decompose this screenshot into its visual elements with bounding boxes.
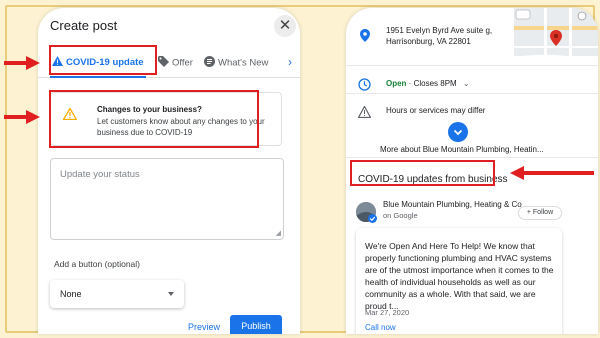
follow-button[interactable]: + Follow: [518, 206, 562, 220]
resize-handle-icon[interactable]: ◢: [276, 229, 281, 237]
chevron-down-icon: [453, 129, 463, 136]
address-line2: Harrisonburg, VA 22801: [386, 37, 471, 46]
open-status: Open · Closes 8PM ⌄: [386, 79, 470, 88]
business-name[interactable]: Blue Mountain Plumbing, Heating & Co: [383, 200, 522, 209]
post-text: We're Open And Here To Help! We know tha…: [365, 241, 554, 311]
call-now-link[interactable]: Call now: [365, 323, 396, 332]
expand-button[interactable]: [448, 122, 468, 142]
hours-notice-text: Hours or services may differ: [386, 106, 486, 115]
button-select-value: None: [60, 289, 82, 299]
warning-icon: [357, 105, 372, 123]
hours-notice-section: Hours or services may differ More about …: [346, 94, 598, 158]
address-section: 1951 Evelyn Byrd Ave suite g, Harrisonbu…: [346, 8, 598, 66]
covid-post-card[interactable]: We're Open And Here To Help! We know tha…: [356, 228, 562, 334]
warning-highlight-box: [49, 90, 259, 148]
location-pin-icon: [360, 29, 370, 47]
tab-whats-new-label: What's New: [218, 57, 269, 69]
close-button[interactable]: ✕: [274, 15, 296, 37]
tab-offer[interactable]: Offer: [158, 56, 193, 70]
arrow-right-icon: [4, 110, 40, 124]
hours-section[interactable]: Open · Closes 8PM ⌄: [346, 66, 598, 94]
dropdown-caret-icon: [168, 292, 174, 296]
tag-icon: [158, 56, 169, 70]
business-source: on Google: [383, 211, 418, 220]
tab-highlight-box: [49, 45, 157, 75]
more-about-link[interactable]: More about Blue Mountain Plumbing, Heati…: [380, 145, 544, 154]
heading-highlight-box: [350, 160, 495, 186]
create-post-title: Create post: [50, 18, 118, 33]
follow-label: Follow: [532, 209, 554, 216]
publish-button[interactable]: Publish: [230, 315, 282, 334]
tabs-scroll-right-icon[interactable]: ›: [288, 55, 292, 69]
open-label: Open: [386, 79, 407, 88]
verified-check-icon: [368, 214, 377, 223]
status-placeholder: Update your status: [60, 169, 140, 180]
chevron-down-icon[interactable]: ⌄: [463, 79, 470, 88]
preview-button[interactable]: Preview: [188, 322, 220, 332]
post-date: Mar 27, 2020: [365, 308, 410, 317]
button-type-select[interactable]: None: [50, 280, 184, 308]
arrow-left-icon: [510, 166, 594, 180]
address-text[interactable]: 1951 Evelyn Byrd Ave suite g, Harrisonbu…: [386, 25, 492, 47]
add-button-label: Add a button (optional): [54, 259, 141, 269]
tab-offer-label: Offer: [172, 57, 193, 69]
status-textarea[interactable]: Update your status ◢: [50, 158, 284, 240]
map-thumbnail[interactable]: [514, 8, 598, 56]
post-icon: [204, 56, 215, 70]
address-line1: 1951 Evelyn Byrd Ave suite g,: [386, 26, 493, 35]
closing-time: · Closes 8PM: [406, 79, 457, 88]
tab-whats-new[interactable]: What's New: [204, 56, 268, 70]
arrow-right-icon: [4, 56, 40, 70]
